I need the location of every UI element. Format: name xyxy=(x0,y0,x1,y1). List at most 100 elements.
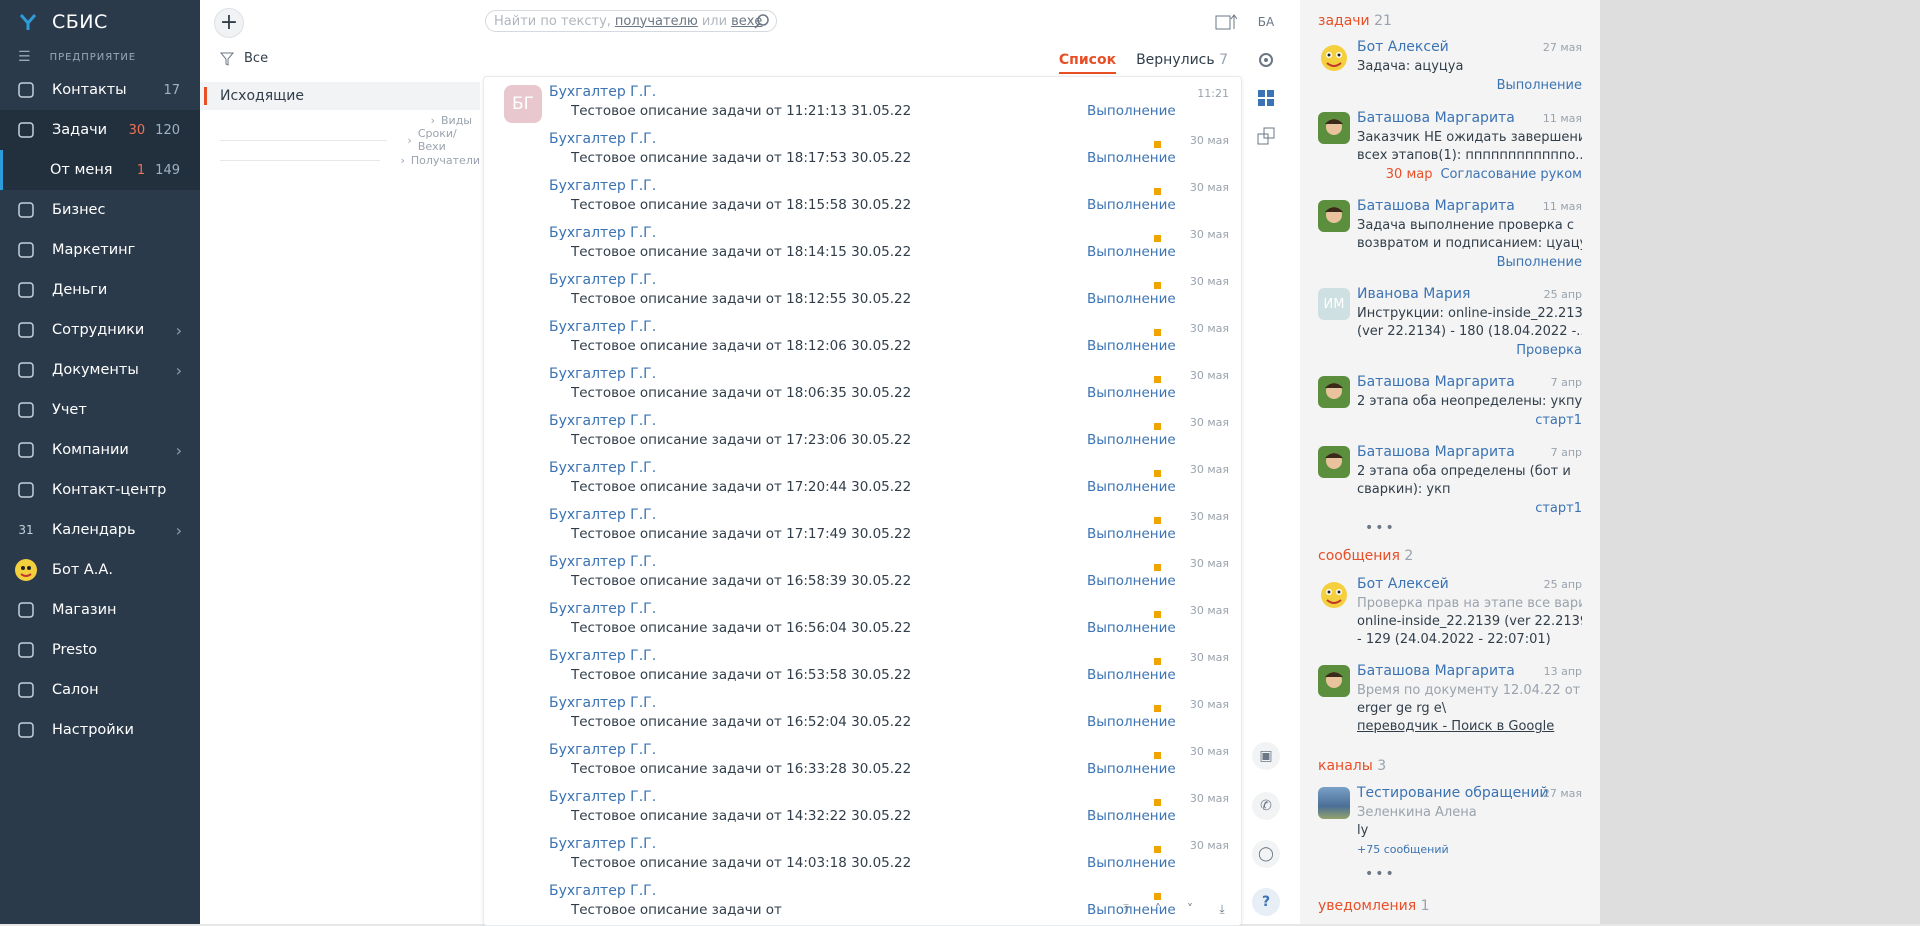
chevron-right-icon[interactable]: › xyxy=(176,361,182,380)
nav-item[interactable]: Настройки xyxy=(0,710,200,750)
nav-item[interactable]: Бизнес xyxy=(0,190,200,230)
table-row[interactable]: Бухгалтер Г.Г. Тестовое описание задачи о… xyxy=(484,218,1241,265)
scroll-down-icon[interactable]: ˅ xyxy=(1177,899,1203,919)
scroll-bottom-icon[interactable]: ⤓ xyxy=(1209,899,1235,919)
more-dots[interactable]: ••• xyxy=(1365,520,1396,536)
table-row[interactable]: Бухгалтер Г.Г. Тестовое описание задачи о… xyxy=(484,453,1241,500)
chat-icon[interactable]: ◯ xyxy=(1252,840,1280,868)
task-status[interactable]: Проверка xyxy=(1516,343,1582,358)
help-icon[interactable]: ? xyxy=(1252,888,1280,916)
gear-icon[interactable] xyxy=(1252,46,1280,74)
channel-more-link[interactable]: +75 сообщений xyxy=(1357,841,1582,859)
folder-outgoing[interactable]: Исходящие xyxy=(200,82,480,110)
link-tasks-icon[interactable] xyxy=(1252,122,1280,150)
nav-item[interactable]: От меня 1 149 xyxy=(0,150,200,190)
add-button[interactable]: + xyxy=(214,8,244,38)
nav-item[interactable]: Контакты 17 xyxy=(0,70,200,110)
org-switcher[interactable]: ☰ ПРЕДПРИЯТИЕ xyxy=(0,44,200,70)
search-icon[interactable] xyxy=(754,13,770,29)
nav-item[interactable]: Контакт-центр xyxy=(0,470,200,510)
tab-list[interactable]: Список xyxy=(1058,52,1117,74)
channel-item[interactable]: Тестирование обращений 27 мая Зеленкина … xyxy=(1318,785,1582,859)
nav-item[interactable]: Сотрудники › xyxy=(0,310,200,350)
task-status[interactable]: Выполнение xyxy=(1087,573,1176,589)
table-row[interactable]: Бухгалтер Г.Г. Тестовое описание задачи о… xyxy=(484,171,1241,218)
task-status[interactable]: Выполнение xyxy=(1087,667,1176,683)
section-tasks-header[interactable]: задачи 21 xyxy=(1318,13,1392,29)
nav-item[interactable]: Деньги xyxy=(0,270,200,310)
task-status[interactable]: Выполнение xyxy=(1087,761,1176,777)
nav-item[interactable]: Салон xyxy=(0,670,200,710)
grid-view-icon[interactable] xyxy=(1252,84,1280,112)
table-row[interactable]: Бухгалтер Г.Г. Тестовое описание задачи о… xyxy=(484,406,1241,453)
task-status[interactable]: Выполнение xyxy=(1497,78,1582,93)
nav-item[interactable]: Магазин xyxy=(0,590,200,630)
nav-item[interactable]: Маркетинг xyxy=(0,230,200,270)
table-row[interactable]: Бухгалтер Г.Г. Тестовое описание задачи о… xyxy=(484,547,1241,594)
task-status[interactable]: Выполнение xyxy=(1087,103,1176,119)
tab-returned-count: 7 xyxy=(1219,52,1228,68)
section-notifications-header[interactable]: уведомления 1 xyxy=(1318,898,1430,914)
task-status[interactable]: Выполнение xyxy=(1087,620,1176,636)
table-row[interactable]: БГ Бухгалтер Г.Г. Тестовое описание задачи… xyxy=(484,77,1241,124)
item-text[interactable]: переводчик - Поиск в Google xyxy=(1357,718,1582,736)
table-row[interactable]: Бухгалтер Г.Г. Тестовое описание задачи о… xyxy=(484,641,1241,688)
phone-icon[interactable]: ✆ xyxy=(1252,792,1280,820)
hamburger-icon[interactable]: ☰ xyxy=(18,49,32,65)
filter[interactable]: Все xyxy=(220,51,268,66)
task-status[interactable]: Выполнение xyxy=(1087,291,1176,307)
task-status[interactable]: Выполнение xyxy=(1087,244,1176,260)
task-status[interactable]: Выполнение xyxy=(1087,150,1176,166)
task-status[interactable]: Выполнение xyxy=(1087,855,1176,871)
task-status[interactable]: старт1 xyxy=(1535,413,1582,428)
group-deadlines[interactable]: › Сроки/Вехи xyxy=(200,127,480,153)
chevron-right-icon[interactable]: › xyxy=(176,521,182,540)
scroll-top-icon[interactable]: ⤒ xyxy=(1113,899,1139,919)
chevron-right-icon[interactable]: › xyxy=(176,441,182,460)
nav-item[interactable]: Бот А.А. xyxy=(0,550,200,590)
task-status[interactable]: Выполнение xyxy=(1087,197,1176,213)
tab-returned[interactable]: Вернулись 7 xyxy=(1136,52,1228,74)
sort-alpha-icon[interactable]: БА xyxy=(1252,8,1280,36)
nav-item[interactable]: Учет xyxy=(0,390,200,430)
table-row[interactable]: Бухгалтер Г.Г. Тестовое описание задачи о… xyxy=(484,594,1241,641)
calendar-upload-icon[interactable] xyxy=(1212,8,1240,36)
priority-flag-icon xyxy=(1154,141,1161,148)
table-row[interactable]: Бухгалтер Г.Г. Тестовое описание задачи о… xyxy=(484,829,1241,876)
task-status[interactable]: Выполнение xyxy=(1087,714,1176,730)
group-recipients[interactable]: › Получатели xyxy=(200,150,480,170)
nav-item[interactable]: Presto xyxy=(0,630,200,670)
table-row[interactable]: Бухгалтер Г.Г. Тестовое описание задачи о… xyxy=(484,735,1241,782)
task-status[interactable]: Выполнение xyxy=(1087,338,1176,354)
section-channels-header[interactable]: каналы 3 xyxy=(1318,758,1386,774)
task-status[interactable]: 30 мар Согласование руком xyxy=(1386,167,1582,182)
priority-flag-icon xyxy=(1154,752,1161,759)
logo-row[interactable]: СБИС xyxy=(0,0,200,44)
search-input[interactable]: Найти по тексту, получателю или вехе xyxy=(485,10,777,32)
task-status[interactable]: Выполнение xyxy=(1087,808,1176,824)
task-status[interactable]: старт1 xyxy=(1535,501,1582,516)
table-row[interactable]: Бухгалтер Г.Г. Тестовое описание задачи о… xyxy=(484,782,1241,829)
nav-item[interactable]: Документы › xyxy=(0,350,200,390)
task-status[interactable]: Выполнение xyxy=(1087,432,1176,448)
task-status[interactable]: Выполнение xyxy=(1087,526,1176,542)
table-row[interactable]: Бухгалтер Г.Г. Тестовое описание задачи о… xyxy=(484,359,1241,406)
note-icon[interactable]: ▣ xyxy=(1252,742,1280,770)
task-status[interactable]: Выполнение xyxy=(1497,255,1582,270)
table-row[interactable]: Бухгалтер Г.Г. Тестовое описание задачи о… xyxy=(484,312,1241,359)
task-date: 30 мая xyxy=(1189,745,1229,758)
section-messages-header[interactable]: сообщения 2 xyxy=(1318,548,1413,564)
nav-item[interactable]: Задачи 30 120 xyxy=(0,110,200,150)
task-status[interactable]: Выполнение xyxy=(1087,385,1176,401)
chevron-right-icon[interactable]: › xyxy=(176,321,182,340)
table-row[interactable]: Бухгалтер Г.Г. Тестовое описание задачи о… xyxy=(484,124,1241,171)
table-row[interactable]: Бухгалтер Г.Г. Тестовое описание задачи о… xyxy=(484,500,1241,547)
table-row[interactable]: Бухгалтер Г.Г. Тестовое описание задачи о… xyxy=(484,265,1241,312)
task-status[interactable]: Выполнение xyxy=(1087,479,1176,495)
search-link-recipient[interactable]: получателю xyxy=(615,14,698,29)
nav-item[interactable]: Компании › xyxy=(0,430,200,470)
table-row[interactable]: Бухгалтер Г.Г. Тестовое описание задачи о… xyxy=(484,688,1241,735)
scroll-up-icon[interactable]: ˄ xyxy=(1145,899,1171,919)
nav-item[interactable]: 31 Календарь › xyxy=(0,510,200,550)
more-dots[interactable]: ••• xyxy=(1365,866,1396,882)
